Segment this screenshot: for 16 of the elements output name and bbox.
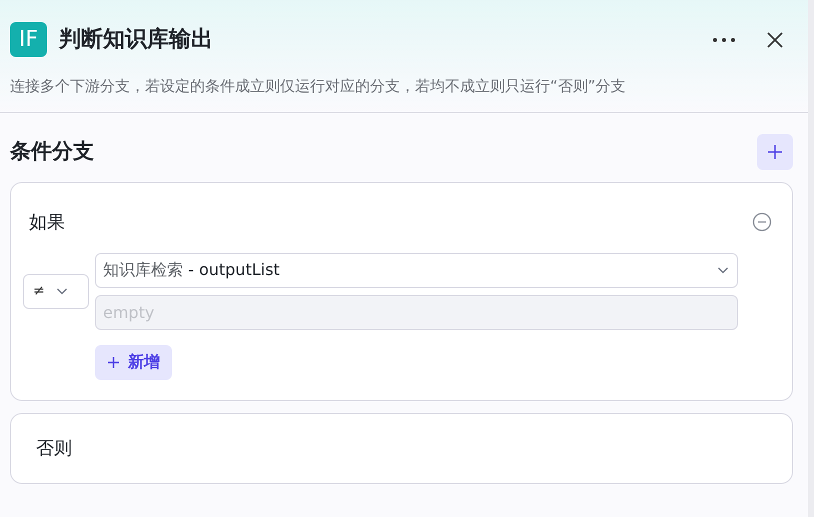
remove-icon[interactable] [752,212,772,232]
add-condition-button[interactable]: 新增 [95,344,172,380]
branch-label: 如果 [29,210,65,234]
more-icon[interactable] [712,36,736,42]
node-icon: IF [10,22,47,57]
section-title: 条件分支 [10,138,94,165]
close-icon[interactable] [766,30,784,48]
node-description: 连接多个下游分支，若设定的条件成立则仅运行对应的分支，若均不成立则只运行“否则”分支 [9,76,627,97]
add-branch-button[interactable] [757,134,793,170]
node-title: 判断知识库输出 [59,26,213,54]
operator-select[interactable]: ≠ [23,274,89,308]
plus-icon [107,356,120,368]
plus-icon [767,144,783,160]
variable-text: 知识库检索 - outputList [103,259,280,281]
branch-label: 否则 [36,436,72,460]
variable-select[interactable]: 知识库检索 - outputList [95,252,738,288]
